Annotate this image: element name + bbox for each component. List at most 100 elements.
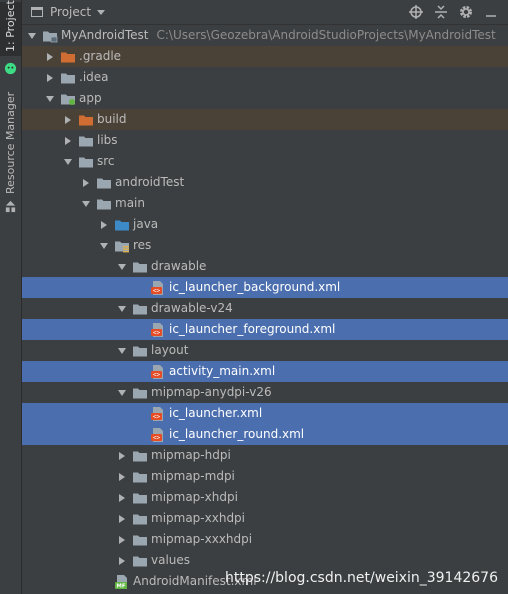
xml-file-icon: <> <box>151 428 163 442</box>
tree-item-label: build <box>97 112 127 126</box>
crosshair-icon <box>409 5 423 19</box>
tree-item-label: activity_main.xml <box>169 364 276 378</box>
expand-arrow-right-icon[interactable] <box>98 214 110 235</box>
expand-arrow-down-icon[interactable] <box>116 340 128 361</box>
expand-arrow-right-icon[interactable] <box>62 130 74 151</box>
svg-text:MF: MF <box>116 584 125 590</box>
tree-folder-item[interactable]: MyAndroidTest C:\Users\Geozebra\AndroidSt… <box>22 25 508 46</box>
resource-folder-icon <box>115 241 129 253</box>
tree-item-label: layout <box>151 343 189 357</box>
svg-text:<>: <> <box>153 372 161 379</box>
tree-file-item[interactable]: <> ic_launcher_foreground.xml <box>22 319 508 340</box>
tree-folder-item[interactable]: mipmap-mdpi <box>22 466 508 487</box>
tree-folder-item[interactable]: app <box>22 88 508 109</box>
manifest-file-icon: MF <box>115 575 127 590</box>
settings-button[interactable] <box>458 4 474 20</box>
expand-arrow-right-icon[interactable] <box>80 172 92 193</box>
project-panel: Project MyAndroidTest C:\Users\Geozebra\… <box>22 0 508 594</box>
tree-item-label: ic_launcher_foreground.xml <box>169 322 336 336</box>
tree-folder-item[interactable]: mipmap-xxxhdpi <box>22 529 508 550</box>
tree-file-item[interactable]: <> ic_launcher.xml <box>22 403 508 424</box>
locate-file-button[interactable] <box>408 4 424 20</box>
tree-item-label: androidTest <box>115 175 185 189</box>
expand-arrow-right-icon[interactable] <box>116 466 128 487</box>
project-view-icon <box>31 7 43 17</box>
resource-manager-tool-tab[interactable]: Resource Manager <box>0 92 21 198</box>
chevron-down-icon[interactable] <box>97 9 106 15</box>
tree-item-label: libs <box>97 133 118 147</box>
tree-folder-item[interactable]: .gradle <box>22 46 508 67</box>
expand-arrow-down-icon[interactable] <box>116 256 128 277</box>
folder-icon <box>133 493 147 504</box>
resource-manager-tab-label: Resource Manager <box>4 91 17 194</box>
tree-item-label: mipmap-anydpi-v26 <box>151 385 272 399</box>
expand-arrow-down-icon[interactable] <box>44 88 56 109</box>
expand-arrow-down-icon[interactable] <box>62 151 74 172</box>
folder-icon <box>133 556 147 567</box>
svg-text:<>: <> <box>153 414 161 421</box>
tree-folder-item[interactable]: drawable <box>22 256 508 277</box>
tree-file-item[interactable]: <> ic_launcher_background.xml <box>22 277 508 298</box>
excluded-folder-icon <box>79 115 93 126</box>
tree-folder-item[interactable]: mipmap-hdpi <box>22 445 508 466</box>
collapse-all-button[interactable] <box>433 4 449 20</box>
tree-folder-item[interactable]: libs <box>22 130 508 151</box>
expand-arrow-down-icon[interactable] <box>116 382 128 403</box>
expand-arrow-down-icon[interactable] <box>26 25 38 46</box>
folder-icon <box>79 157 93 168</box>
expand-arrow-down-icon[interactable] <box>80 193 92 214</box>
expand-arrow-right-icon[interactable] <box>62 109 74 130</box>
svg-text:<>: <> <box>153 288 161 295</box>
module-folder-icon <box>61 94 75 105</box>
hide-panel-button[interactable] <box>483 4 499 20</box>
tree-folder-item[interactable]: layout <box>22 340 508 361</box>
expand-arrow-right-icon[interactable] <box>116 487 128 508</box>
folder-icon <box>133 304 147 315</box>
folder-icon <box>97 178 111 189</box>
tree-folder-item[interactable]: main <box>22 193 508 214</box>
expand-arrow-right-icon[interactable] <box>116 508 128 529</box>
tree-folder-item[interactable]: androidTest <box>22 172 508 193</box>
folder-icon <box>97 199 111 210</box>
tree-item-label: drawable-v24 <box>151 301 233 315</box>
tree-folder-item[interactable]: build <box>22 109 508 130</box>
xml-file-icon: <> <box>151 281 163 295</box>
project-view-selector[interactable]: Project <box>50 5 91 19</box>
tree-folder-item[interactable]: java <box>22 214 508 235</box>
tree-folder-item[interactable]: .idea <box>22 67 508 88</box>
expand-arrow-right-icon[interactable] <box>116 529 128 550</box>
tree-file-item[interactable]: <> ic_launcher_round.xml <box>22 424 508 445</box>
excluded-folder-icon <box>61 52 75 63</box>
tree-folder-item[interactable]: res <box>22 235 508 256</box>
folder-icon <box>133 262 147 273</box>
tree-folder-item[interactable]: mipmap-xhdpi <box>22 487 508 508</box>
tree-folder-item[interactable]: mipmap-anydpi-v26 <box>22 382 508 403</box>
tree-item-label: main <box>115 196 145 210</box>
tree-item-label: values <box>151 553 191 567</box>
expand-arrow-right-icon[interactable] <box>44 46 56 67</box>
tree-folder-item[interactable]: drawable-v24 <box>22 298 508 319</box>
expand-arrow-right-icon[interactable] <box>116 445 128 466</box>
tree-item-label: .gradle <box>79 49 122 63</box>
tree-folder-item[interactable]: src <box>22 151 508 172</box>
watermark-text: https://blog.csdn.net/weixin_39142676 <box>224 570 498 586</box>
svg-text:<>: <> <box>153 330 161 337</box>
tree-folder-item[interactable]: values <box>22 550 508 571</box>
tree-item-label: drawable <box>151 259 207 273</box>
expand-arrow-right-icon[interactable] <box>116 550 128 571</box>
expand-arrow-down-icon[interactable] <box>98 235 110 256</box>
tree-item-label: .idea <box>79 70 109 84</box>
tree-item-label: mipmap-hdpi <box>151 448 231 462</box>
expand-arrow-down-icon[interactable] <box>116 298 128 319</box>
tree-item-label: mipmap-xxxhdpi <box>151 532 253 546</box>
tree-file-item[interactable]: <> activity_main.xml <box>22 361 508 382</box>
tree-item-label: res <box>133 238 152 252</box>
xml-file-icon: <> <box>151 323 163 337</box>
tree-folder-item[interactable]: mipmap-xxhdpi <box>22 508 508 529</box>
project-tool-tab[interactable]: 1: Project <box>0 0 21 56</box>
minimize-icon <box>486 15 496 17</box>
expand-arrow-right-icon[interactable] <box>44 67 56 88</box>
folder-icon <box>133 388 147 399</box>
tool-window-sidebar: 1: Project Resource Manager <box>0 0 22 594</box>
tree-item-label: ic_launcher.xml <box>169 406 263 420</box>
